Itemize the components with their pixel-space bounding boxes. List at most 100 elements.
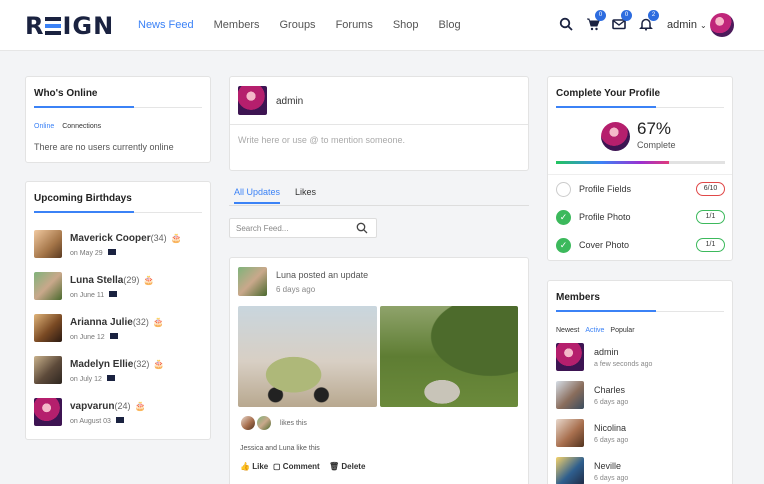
whos-online-tabs: Online Connections [34,123,101,130]
profile-item-status: 6/10 [696,182,725,196]
search-icon[interactable] [559,17,573,31]
members-title: Members [556,292,600,303]
composer-divider [230,124,528,125]
nav-members[interactable]: Members [214,19,260,31]
messages-count-badge: 0 [621,10,632,21]
birthday-item: Maverick Cooper(34) 🎂 on May 29 [34,230,204,262]
birthday-date: on May 29 [70,250,103,257]
tab-popular[interactable]: Popular [610,327,634,334]
birthday-name[interactable]: Arianna Julie [70,317,133,328]
member-name[interactable]: Neville [594,461,621,471]
divider [548,174,732,175]
member-last-active: a few seconds ago [594,361,653,368]
site-logo[interactable]: R IGN [25,12,114,40]
nav-forums[interactable]: Forums [336,19,373,31]
birthday-name[interactable]: vapvarun [70,401,114,412]
composer-input[interactable]: Write here or use @ to mention someone. [238,135,405,145]
user-menu-name: admin [667,19,697,31]
profile-item-label[interactable]: Cover Photo [579,240,629,250]
avatar[interactable] [556,419,584,447]
delete-button[interactable]: 🗑 Delete [329,462,365,471]
nav-blog[interactable]: Blog [439,19,461,31]
post-author[interactable]: Luna [276,270,296,280]
nav-news-feed[interactable]: News Feed [138,19,194,31]
member-name[interactable]: Charles [594,385,625,395]
tab-online[interactable]: Online [34,123,54,130]
avatar[interactable] [34,314,62,342]
member-name[interactable]: admin [594,347,619,357]
birthday-age: (29) [123,275,140,285]
member-item: Nicolina 6 days ago [556,419,726,449]
notifications-bell-icon[interactable]: 2 [639,10,659,31]
nav-shop[interactable]: Shop [393,19,419,31]
avatar[interactable] [556,381,584,409]
member-last-active: 6 days ago [594,399,629,406]
cake-icon: 🎂 [152,317,165,327]
avatar[interactable] [34,398,62,426]
post-photo-rock-jump[interactable] [380,306,518,407]
mail-icon[interactable] [109,333,118,339]
check-circle-icon: ✓ [556,238,571,253]
profile-item-label[interactable]: Profile Fields [579,184,631,194]
avatar[interactable] [34,272,62,300]
composer-avatar[interactable] [238,86,267,115]
post-author-avatar[interactable] [238,267,267,296]
tab-newest[interactable]: Newest [556,327,579,334]
avatar[interactable] [556,457,584,484]
likes-label: likes this [280,420,307,427]
profile-widget-title: Complete Your Profile [556,88,661,99]
check-circle-icon: ✓ [556,210,571,225]
member-item: Neville 6 days ago [556,457,726,484]
activity-post: Luna posted an update 6 days ago likes t… [229,257,529,484]
like-button-label: Like [252,462,269,471]
avatar[interactable] [34,356,62,384]
birthday-item: Luna Stella(29) 🎂 on June 11 [34,272,204,304]
member-item: Charles 6 days ago [556,381,726,411]
member-item: admin a few seconds ago [556,343,726,373]
search-icon[interactable] [356,222,368,236]
mail-icon[interactable] [107,249,116,255]
birthday-age: (32) [132,317,149,327]
logo-e-mark [45,17,62,35]
post-photo-vintage-car[interactable] [238,306,377,407]
birthday-name[interactable]: Madelyn Ellie [70,359,133,370]
cart-icon[interactable]: 0 [586,10,606,31]
cart-count-badge: 0 [595,10,606,21]
tab-all-updates[interactable]: All Updates [234,187,281,204]
comment-button[interactable]: ▢ Comment [273,462,320,471]
birthday-age: (32) [133,359,150,369]
member-name[interactable]: Nicolina [594,423,626,433]
liker-avatar[interactable] [240,415,256,431]
unchecked-circle-icon [556,182,571,197]
mail-icon[interactable] [115,417,124,423]
tab-active[interactable]: Active [585,327,604,334]
members-tabs: Newest Active Popular [556,327,635,334]
tab-likes[interactable]: Likes [295,187,316,197]
mail-icon[interactable] [109,291,118,297]
tab-connections[interactable]: Connections [62,123,101,130]
mail-icon[interactable] [106,375,115,381]
profile-item-label[interactable]: Profile Photo [579,212,631,222]
feed-tabs: All Updates Likes [229,187,529,206]
cake-icon: 🎂 [153,359,165,369]
birthday-item: vapvarun(24) 🎂 on August 03 [34,398,204,430]
nav-groups[interactable]: Groups [279,19,315,31]
user-avatar[interactable] [710,13,734,37]
liker-avatar[interactable] [256,415,272,431]
messages-icon[interactable]: 0 [612,10,632,31]
profile-percent-label: Complete [637,140,676,150]
search-feed-input[interactable]: Search Feed... [229,218,377,238]
user-menu[interactable]: admin ⌄ [667,19,707,31]
avatar[interactable] [34,230,62,258]
avatar[interactable] [556,343,584,371]
profile-percent: 67% [637,119,672,138]
birthday-name[interactable]: Luna Stella [70,275,123,286]
profile-avatar[interactable] [601,122,630,151]
like-button[interactable]: 👍 Like [240,462,268,471]
post-action: posted an update [298,270,369,280]
birthday-name[interactable]: Maverick Cooper [70,233,151,244]
liked-by-text: Jessica and Luna like this [240,445,320,452]
chevron-down-icon: ⌄ [700,21,707,30]
title-divider [34,106,202,108]
composer-username: admin [276,96,304,107]
